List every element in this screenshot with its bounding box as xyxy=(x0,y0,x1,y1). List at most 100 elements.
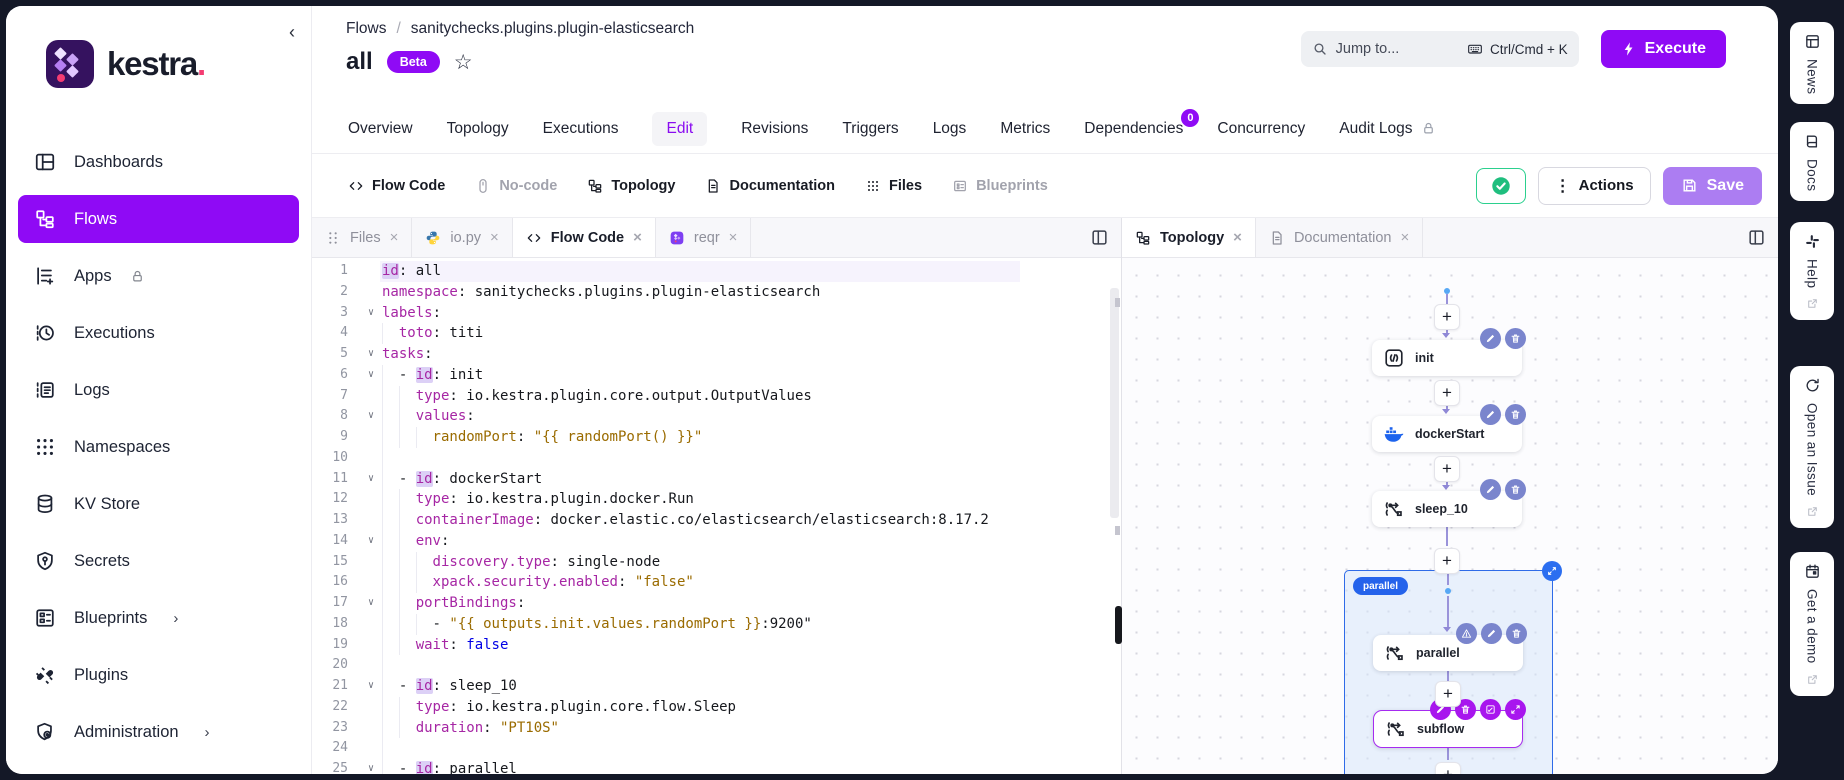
add-task-button[interactable]: + xyxy=(1434,380,1460,406)
close-icon[interactable]: × xyxy=(729,229,738,246)
code-line[interactable]: 7type: io.kestra.plugin.core.output.Outp… xyxy=(312,386,1121,407)
tab-edit[interactable]: Edit xyxy=(652,112,707,146)
sidebar-item-flows[interactable]: Flows xyxy=(18,195,299,243)
fold-chevron-icon[interactable]: ∨ xyxy=(362,365,380,386)
close-icon[interactable]: × xyxy=(1233,229,1242,246)
node-warn-button[interactable] xyxy=(1456,623,1477,644)
sidebar-item-apps[interactable]: Apps xyxy=(18,252,299,300)
jump-to-search[interactable]: Jump to... Ctrl/Cmd + K xyxy=(1301,31,1579,67)
code-line[interactable]: 14∨env: xyxy=(312,531,1121,552)
actions-button[interactable]: ⋮ Actions xyxy=(1538,167,1651,205)
fold-chevron-icon[interactable]: ∨ xyxy=(362,303,380,324)
code-line[interactable]: 10 xyxy=(312,448,1121,469)
fold-chevron-icon[interactable]: ∨ xyxy=(362,469,380,490)
validation-status-button[interactable] xyxy=(1476,168,1526,204)
view-no-code[interactable]: No-code xyxy=(475,178,557,194)
add-task-button[interactable]: + xyxy=(1434,304,1460,330)
add-task-button[interactable]: + xyxy=(1434,548,1460,574)
fold-chevron-icon[interactable]: ∨ xyxy=(362,344,380,365)
add-task-button[interactable]: + xyxy=(1435,681,1461,707)
code-line[interactable]: 12type: io.kestra.plugin.docker.Run xyxy=(312,489,1121,510)
code-line[interactable]: 19wait: false xyxy=(312,635,1121,656)
code-editor[interactable]: 1id: all2namespace: sanitychecks.plugins… xyxy=(312,258,1121,774)
fold-chevron-icon[interactable]: ∨ xyxy=(362,759,380,774)
view-documentation[interactable]: Documentation xyxy=(705,178,835,194)
tab-metrics[interactable]: Metrics xyxy=(1000,120,1050,138)
editor-tab-io-py[interactable]: io.py× xyxy=(412,218,512,257)
node-expand-button[interactable] xyxy=(1505,699,1526,720)
fold-chevron-icon[interactable]: ∨ xyxy=(362,593,380,614)
editor-tab-documentation[interactable]: Documentation× xyxy=(1256,218,1423,257)
sidebar-item-plugins[interactable]: Plugins xyxy=(18,651,299,699)
rail-open-an-issue[interactable]: Open an Issue xyxy=(1790,366,1834,528)
sidebar-item-kv-store[interactable]: KV Store xyxy=(18,480,299,528)
code-line[interactable]: 1id: all xyxy=(312,261,1121,282)
node-editbox-button[interactable] xyxy=(1480,699,1501,720)
sidebar-collapse-icon[interactable]: ‹ xyxy=(289,22,295,43)
code-line[interactable]: 3∨labels: xyxy=(312,303,1121,324)
close-icon[interactable]: × xyxy=(633,229,642,246)
node-edit-button[interactable] xyxy=(1480,479,1501,500)
favorite-star-icon[interactable]: ☆ xyxy=(454,52,473,73)
node-del-button[interactable] xyxy=(1505,404,1526,425)
code-line[interactable]: 6∨- id: init xyxy=(312,365,1121,386)
split-panel-icon[interactable] xyxy=(1735,218,1778,257)
parallel-cluster[interactable]: parallel parallel + xyxy=(1344,570,1553,774)
task-node-parallel[interactable]: parallel xyxy=(1373,635,1523,671)
code-line[interactable]: 25∨- id: parallel xyxy=(312,759,1121,774)
close-icon[interactable]: × xyxy=(1400,229,1409,246)
view-blueprints[interactable]: Blueprints xyxy=(952,178,1048,194)
code-line[interactable]: 23duration: "PT10S" xyxy=(312,718,1121,739)
task-node-dockerstart[interactable]: dockerStart xyxy=(1372,416,1522,452)
code-line[interactable]: 4toto: titi xyxy=(312,323,1121,344)
rail-help[interactable]: Help xyxy=(1790,222,1834,320)
split-editor-icon[interactable] xyxy=(1078,218,1121,257)
tab-audit-logs[interactable]: Audit Logs xyxy=(1339,120,1435,138)
tab-revisions[interactable]: Revisions xyxy=(741,120,808,138)
tab-executions[interactable]: Executions xyxy=(543,120,619,138)
code-line[interactable]: 20 xyxy=(312,655,1121,676)
editor-tab-topology[interactable]: Topology× xyxy=(1122,218,1256,257)
add-task-button[interactable]: + xyxy=(1435,762,1461,774)
sidebar-item-secrets[interactable]: Secrets xyxy=(18,537,299,585)
scrollbar-thumb[interactable] xyxy=(1110,288,1119,518)
node-edit-button[interactable] xyxy=(1480,404,1501,425)
close-icon[interactable]: × xyxy=(390,229,399,246)
node-del-button[interactable] xyxy=(1505,328,1526,349)
rail-docs[interactable]: Docs xyxy=(1790,122,1834,201)
tab-overview[interactable]: Overview xyxy=(348,120,413,138)
editor-tab-files[interactable]: Files× xyxy=(312,218,412,257)
fold-chevron-icon[interactable]: ∨ xyxy=(362,531,380,552)
code-line[interactable]: 8∨values: xyxy=(312,406,1121,427)
breadcrumb-root[interactable]: Flows xyxy=(346,20,386,38)
sidebar-item-administration[interactable]: Administration› xyxy=(18,708,299,756)
code-line[interactable]: 5∨tasks: xyxy=(312,344,1121,365)
sidebar-item-blueprints[interactable]: Blueprints› xyxy=(18,594,299,642)
node-del-button[interactable] xyxy=(1506,623,1527,644)
pane-resize-handle[interactable] xyxy=(1115,606,1122,644)
code-line[interactable]: 13containerImage: docker.elastic.co/elas… xyxy=(312,510,1121,531)
node-edit-button[interactable] xyxy=(1481,623,1502,644)
fold-chevron-icon[interactable]: ∨ xyxy=(362,406,380,427)
code-line[interactable]: 17∨portBindings: xyxy=(312,593,1121,614)
cluster-collapse-button[interactable] xyxy=(1542,561,1562,581)
close-icon[interactable]: × xyxy=(490,229,499,246)
code-line[interactable]: 16xpack.security.enabled: "false" xyxy=(312,572,1121,593)
task-node-init[interactable]: init xyxy=(1372,340,1522,376)
add-task-button[interactable]: + xyxy=(1434,456,1460,482)
view-topology[interactable]: Topology xyxy=(587,178,675,194)
editor-tab-reqr[interactable]: reqr× xyxy=(656,218,752,257)
sidebar-item-logs[interactable]: Logs xyxy=(18,366,299,414)
sidebar-item-settings[interactable]: Settings xyxy=(18,765,299,774)
task-node-subflow[interactable]: subflow xyxy=(1373,710,1523,748)
sidebar-item-dashboards[interactable]: Dashboards xyxy=(18,138,299,186)
node-del-button[interactable] xyxy=(1505,479,1526,500)
view-files[interactable]: Files xyxy=(865,178,922,194)
sidebar-item-executions[interactable]: Executions xyxy=(18,309,299,357)
code-line[interactable]: 21∨- id: sleep_10 xyxy=(312,676,1121,697)
code-line[interactable]: 2namespace: sanitychecks.plugins.plugin-… xyxy=(312,282,1121,303)
tab-concurrency[interactable]: Concurrency xyxy=(1217,120,1305,138)
code-line[interactable]: 15discovery.type: single-node xyxy=(312,552,1121,573)
tab-topology[interactable]: Topology xyxy=(447,120,509,138)
code-line[interactable]: 24 xyxy=(312,738,1121,759)
